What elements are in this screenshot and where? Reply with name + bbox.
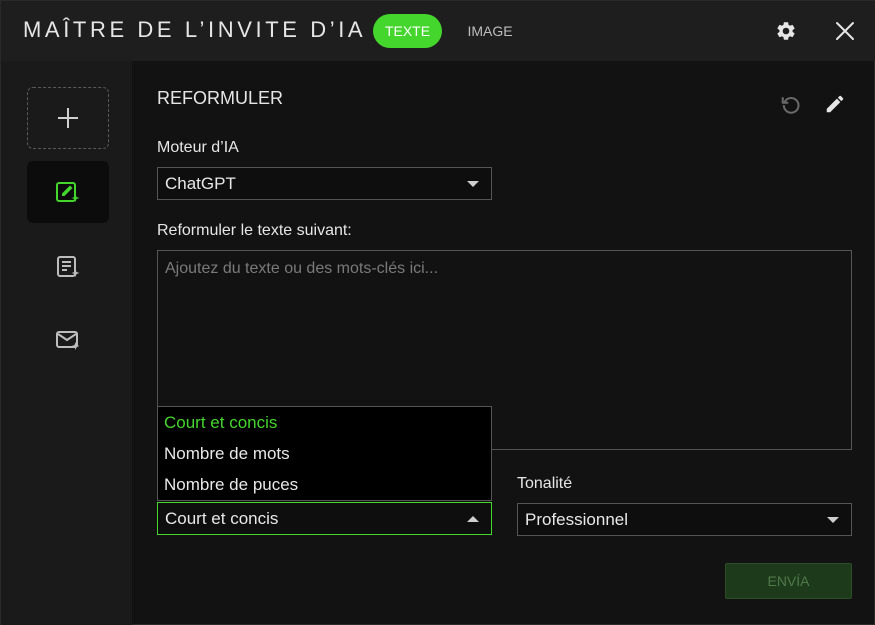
tab-texte[interactable]: TEXTE bbox=[373, 14, 442, 48]
sidebar-item-rephrase[interactable] bbox=[27, 161, 109, 223]
main-panel: REFORMULER Moteur d’IA ChatGPT Reformule… bbox=[132, 61, 875, 625]
app-title: MAÎTRE DE L’INVITE D’IA bbox=[23, 17, 367, 42]
length-value: Court et concis bbox=[165, 509, 279, 528]
length-dropdown-menu: Court et concis Nombre de mots Nombre de… bbox=[157, 406, 492, 501]
reset-icon bbox=[781, 97, 800, 114]
tone-select[interactable]: Professionnel bbox=[517, 503, 852, 536]
chevron-down-icon bbox=[827, 517, 839, 523]
reset-button[interactable] bbox=[778, 92, 804, 118]
tone-label: Tonalité bbox=[517, 475, 573, 492]
length-option[interactable]: Nombre de puces bbox=[158, 469, 491, 500]
tone-value: Professionnel bbox=[525, 510, 629, 529]
settings-button[interactable] bbox=[770, 15, 802, 47]
edit-sparkle-icon bbox=[56, 182, 80, 202]
sidebar bbox=[1, 61, 132, 625]
section-title: REFORMULER bbox=[157, 88, 284, 108]
chevron-down-icon bbox=[467, 181, 479, 187]
gear-icon bbox=[777, 22, 795, 40]
chevron-up-icon bbox=[467, 516, 479, 522]
plus-icon bbox=[58, 108, 78, 128]
length-option[interactable]: Nombre de mots bbox=[158, 438, 491, 469]
pencil-icon bbox=[826, 95, 844, 113]
engine-value: ChatGPT bbox=[165, 174, 236, 193]
mail-sparkle-icon bbox=[56, 331, 80, 350]
close-icon bbox=[836, 22, 854, 40]
engine-select[interactable]: ChatGPT bbox=[157, 167, 492, 200]
edit-button[interactable] bbox=[822, 91, 848, 117]
app-window: MAÎTRE DE L’INVITE D’IA TEXTE IMAGE REFO… bbox=[0, 0, 875, 625]
length-select[interactable]: Court et concis bbox=[157, 502, 492, 535]
add-prompt-button[interactable] bbox=[27, 87, 109, 149]
document-sparkle-icon bbox=[57, 256, 80, 277]
close-button[interactable] bbox=[829, 15, 861, 47]
sidebar-item-document[interactable] bbox=[27, 236, 109, 298]
tab-image[interactable]: IMAGE bbox=[459, 14, 521, 48]
length-option[interactable]: Court et concis bbox=[158, 407, 491, 438]
engine-label: Moteur d’IA bbox=[157, 139, 239, 156]
send-button[interactable]: ENVÍA bbox=[725, 563, 852, 599]
title-bar: MAÎTRE DE L’INVITE D’IA TEXTE IMAGE bbox=[1, 1, 875, 61]
prompt-label: Reformuler le texte suivant: bbox=[157, 222, 352, 239]
sidebar-item-mail[interactable] bbox=[27, 309, 109, 371]
